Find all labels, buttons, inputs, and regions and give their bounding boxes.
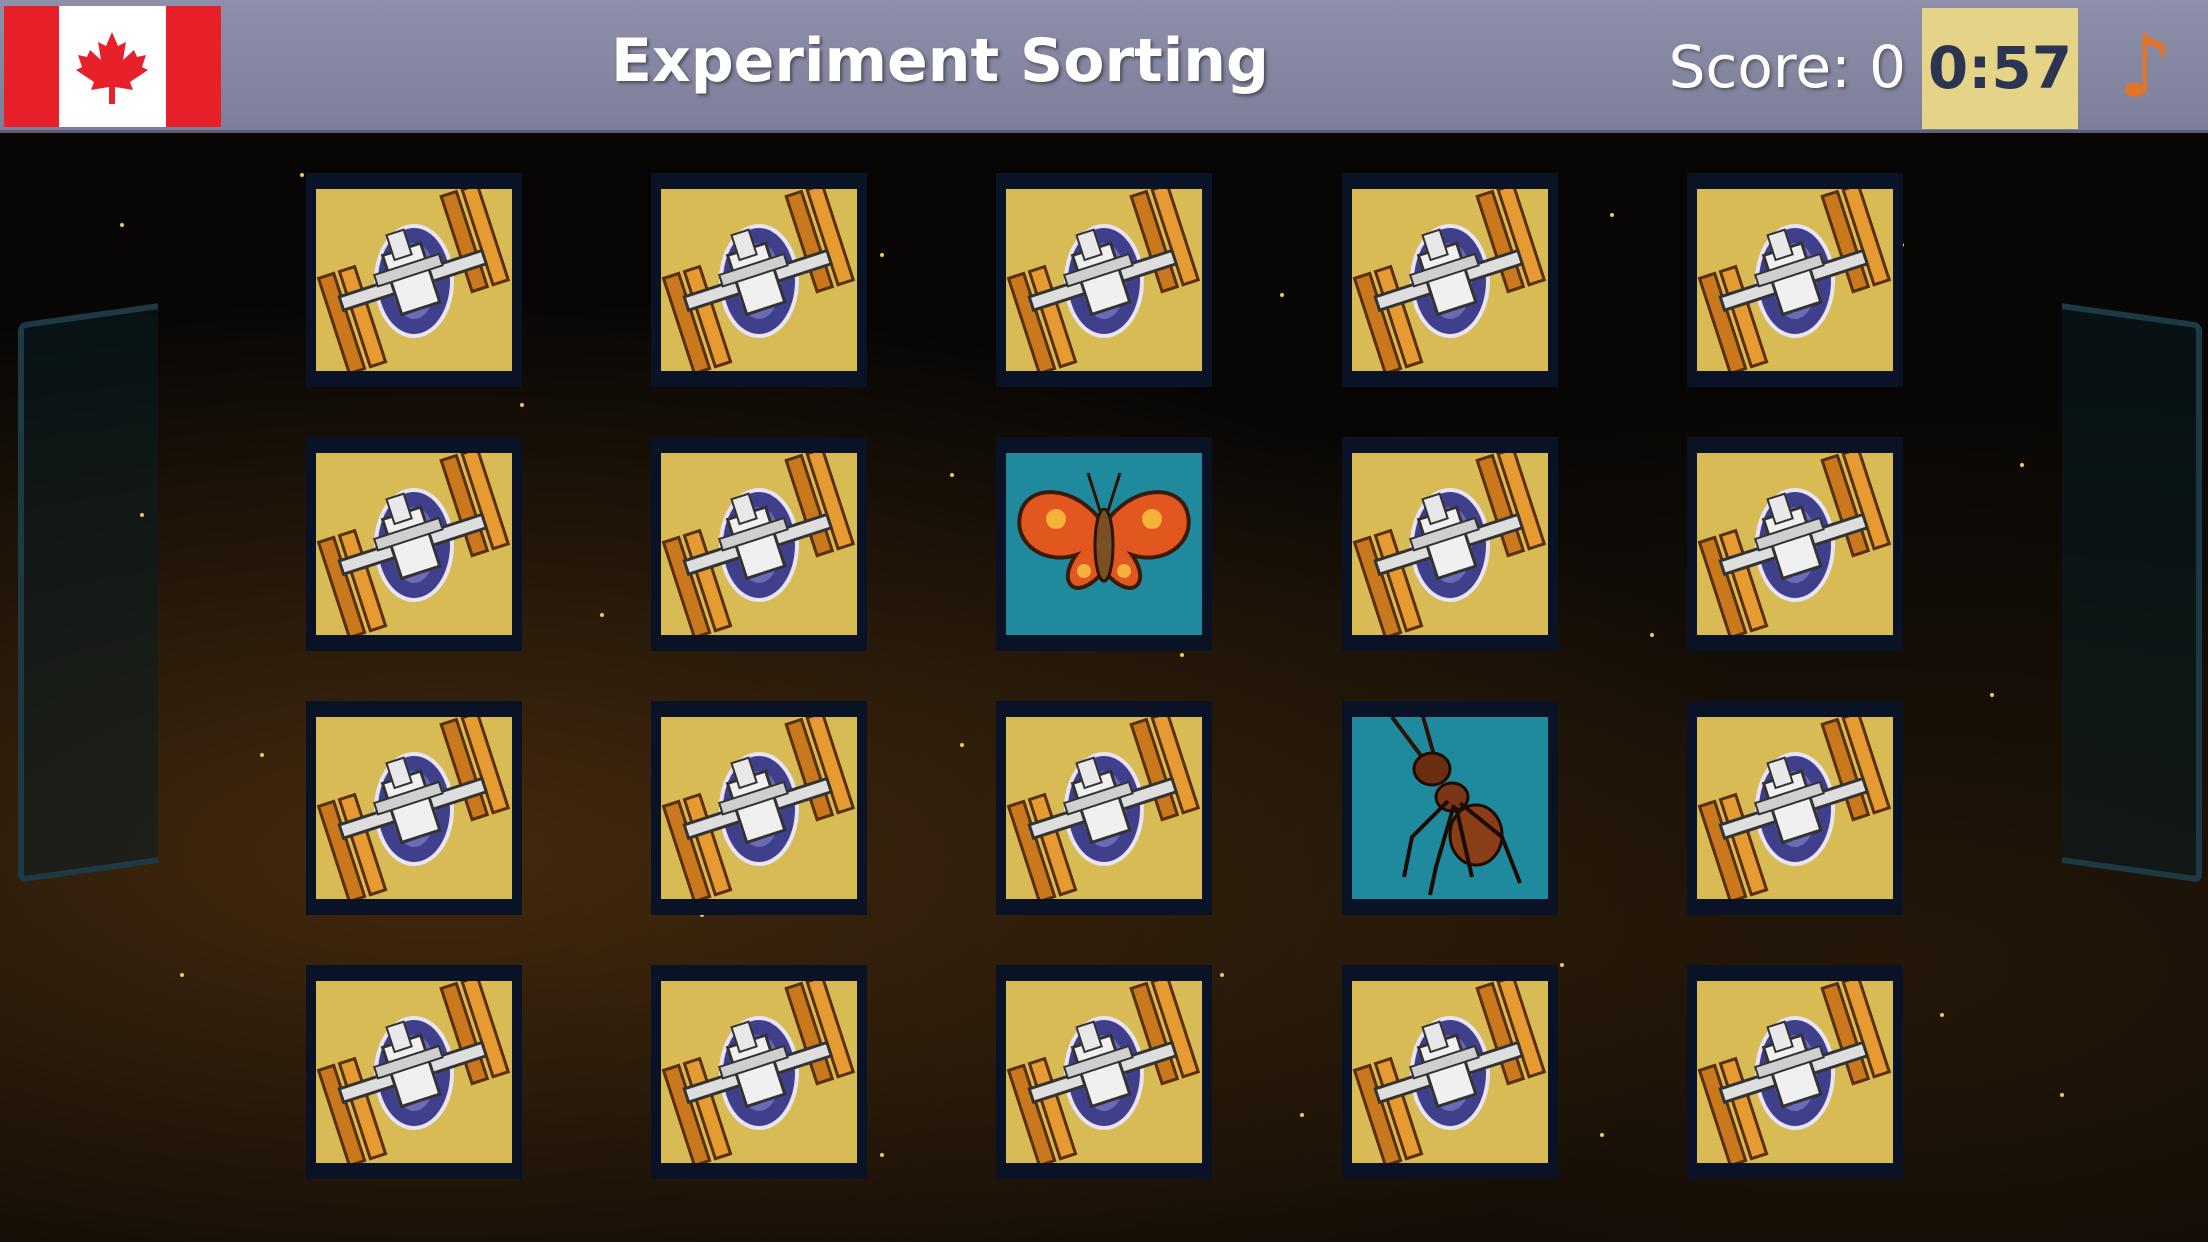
background-star — [520, 403, 524, 407]
memory-card-back[interactable] — [306, 701, 522, 915]
memory-card-back[interactable] — [1687, 701, 1903, 915]
background-star — [1180, 653, 1184, 657]
background-star — [1650, 633, 1654, 637]
background-star — [1610, 213, 1614, 217]
memory-card-back[interactable] — [996, 173, 1212, 387]
top-bar: Experiment Sorting Score: 0 0:57 ♪ — [0, 0, 2208, 133]
background-star — [1300, 1113, 1304, 1117]
space-station-icon — [1697, 981, 1893, 1163]
space-station-icon — [1006, 189, 1202, 371]
background-star — [140, 513, 144, 517]
memory-card-back[interactable] — [1342, 965, 1558, 1179]
memory-card-back[interactable] — [651, 173, 867, 387]
background-star — [300, 173, 304, 177]
background-star — [1600, 1133, 1604, 1137]
memory-card-back[interactable] — [996, 965, 1212, 1179]
memory-card-back[interactable] — [651, 965, 867, 1179]
memory-card-back[interactable] — [1342, 437, 1558, 651]
space-station-icon — [661, 981, 857, 1163]
background-star — [260, 753, 264, 757]
memory-card-butterfly[interactable] — [996, 437, 1212, 651]
memory-card-back[interactable] — [1687, 173, 1903, 387]
music-note-icon[interactable]: ♪ — [2110, 22, 2180, 112]
space-station-icon — [661, 453, 857, 635]
game-title: Experiment Sorting — [611, 26, 1269, 96]
game-board — [0, 133, 2208, 1242]
space-station-icon — [661, 717, 857, 899]
space-station-icon — [316, 189, 512, 371]
background-star — [1940, 1013, 1944, 1017]
canada-flag-icon — [4, 6, 221, 127]
right-frame-decoration — [2062, 303, 2202, 883]
background-star — [600, 613, 604, 617]
memory-card-back[interactable] — [996, 701, 1212, 915]
butterfly-icon — [1006, 453, 1202, 635]
space-station-icon — [316, 717, 512, 899]
countdown-timer: 0:57 — [1922, 8, 2078, 129]
background-star — [880, 1153, 884, 1157]
memory-card-back[interactable] — [306, 965, 522, 1179]
memory-card-back[interactable] — [651, 701, 867, 915]
space-station-icon — [1697, 717, 1893, 899]
space-station-icon — [1352, 189, 1548, 371]
space-station-icon — [316, 981, 512, 1163]
memory-card-back[interactable] — [1342, 173, 1558, 387]
space-station-icon — [1697, 453, 1893, 635]
space-station-icon — [1006, 717, 1202, 899]
space-station-icon — [1352, 453, 1548, 635]
left-frame-decoration — [18, 303, 158, 883]
space-station-icon — [1697, 189, 1893, 371]
memory-card-back[interactable] — [306, 437, 522, 651]
background-star — [880, 253, 884, 257]
background-star — [120, 223, 124, 227]
memory-card-back[interactable] — [1687, 965, 1903, 1179]
background-star — [2020, 463, 2024, 467]
score-display: Score: 0 — [1668, 33, 1906, 101]
memory-card-back[interactable] — [306, 173, 522, 387]
background-star — [1280, 293, 1284, 297]
space-station-icon — [661, 189, 857, 371]
space-station-icon — [1006, 981, 1202, 1163]
ant-icon — [1352, 717, 1548, 899]
space-station-icon — [1352, 981, 1548, 1163]
background-star — [960, 743, 964, 747]
background-star — [1990, 693, 1994, 697]
background-star — [1560, 963, 1564, 967]
background-star — [1220, 973, 1224, 977]
background-star — [180, 973, 184, 977]
background-star — [2060, 1093, 2064, 1097]
space-station-icon — [316, 453, 512, 635]
memory-card-back[interactable] — [1687, 437, 1903, 651]
memory-card-back[interactable] — [651, 437, 867, 651]
memory-card-ant[interactable] — [1342, 701, 1558, 915]
background-star — [950, 473, 954, 477]
